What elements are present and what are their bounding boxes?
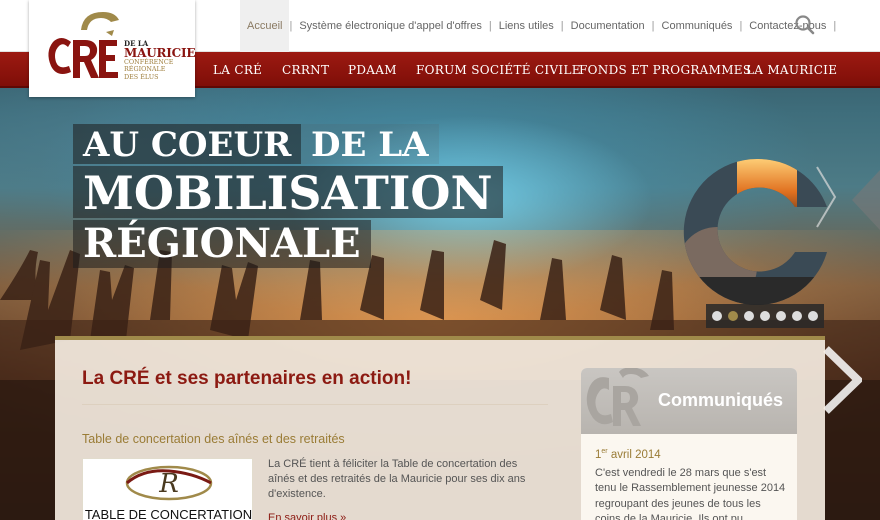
headline-line1-a: AU COEUR — [73, 124, 302, 164]
slider-pagination — [706, 304, 824, 328]
slider-dot[interactable] — [712, 311, 722, 321]
search-icon[interactable] — [792, 12, 818, 38]
svg-text:R: R — [158, 469, 179, 499]
article-excerpt: La CRÉ tient à féliciter la Table de con… — [268, 458, 526, 500]
mainnav-la-cre[interactable]: LA CRÉ — [213, 52, 262, 88]
article-title-link[interactable]: Table de concertation des aînés et des r… — [82, 432, 345, 446]
topnav-accueil[interactable]: Accueil — [240, 0, 290, 52]
logo-line3: DES ÉLUS — [124, 72, 159, 81]
communiques-header: Communiqués — [581, 368, 797, 434]
read-more-link[interactable]: En savoir plus » — [268, 512, 346, 520]
topnav-liens-utiles[interactable]: Liens utiles — [492, 0, 561, 52]
top-nav: Accueil | Système électronique d'appel d… — [240, 0, 836, 52]
slider-dot-active[interactable] — [728, 311, 738, 321]
mainnav-pdaam[interactable]: PDAAM — [348, 52, 397, 88]
section-title: La CRÉ et ses partenaires en action! — [82, 368, 412, 389]
logo-text: DE LA MAURICIE CONFÉRENCE RÉGIONALE DES … — [124, 40, 196, 81]
slider-dot[interactable] — [808, 311, 818, 321]
article-thumbnail[interactable]: R TABLE DE CONCERTATION — [82, 458, 253, 520]
slider-dot[interactable] — [760, 311, 770, 321]
topnav-appel-offres[interactable]: Système électronique d'appel d'offres — [292, 0, 489, 52]
divider — [82, 404, 548, 405]
table-concertation-logo: R — [125, 465, 213, 501]
cre-logo-mark — [48, 12, 119, 78]
mainnav-la-mauricie[interactable]: LA MAURICIE — [746, 52, 837, 88]
communique-excerpt: C'est vendredi le 28 mars que s'est tenu… — [595, 467, 786, 520]
headline-line2: MOBILISATION — [73, 166, 503, 218]
communiques-box: Communiqués 1er avril 2014 C'est vendred… — [581, 368, 797, 520]
date-rest: avril 2014 — [607, 448, 661, 461]
mainnav-crrnt[interactable]: CRRNT — [282, 52, 329, 88]
content-panel: La CRÉ et ses partenaires en action! Tab… — [55, 336, 825, 520]
headline-line1-b: DE LA — [301, 124, 439, 164]
communiques-title[interactable]: Communiqués — [658, 390, 783, 411]
slider-prev-icon[interactable] — [852, 170, 880, 230]
site-logo[interactable]: DE LA MAURICIE CONFÉRENCE RÉGIONALE DES … — [29, 0, 196, 97]
slider-dot[interactable] — [792, 311, 802, 321]
mainnav-fonds-et-programmes[interactable]: FONDS ET PROGRAMMES — [579, 52, 751, 88]
communique-date: 1er avril 2014 — [595, 448, 661, 461]
topnav-documentation[interactable]: Documentation — [564, 0, 652, 52]
slider-next-icon[interactable] — [822, 345, 862, 415]
thumbnail-caption: TABLE DE CONCERTATION — [84, 507, 253, 520]
topnav-contactez-nous[interactable]: Contactez-nous — [742, 0, 833, 52]
mainnav-forum-societe-civile[interactable]: FORUM SOCIÉTÉ CIVILE — [416, 52, 581, 88]
slider-dot[interactable] — [744, 311, 754, 321]
topnav-separator: | — [833, 20, 837, 32]
headline-line3: RÉGIONALE — [73, 220, 371, 268]
slider-dot[interactable] — [776, 311, 786, 321]
slider-image[interactable] — [677, 157, 837, 307]
cre-watermark-icon — [586, 368, 649, 426]
topnav-communiques[interactable]: Communiqués — [655, 0, 740, 52]
